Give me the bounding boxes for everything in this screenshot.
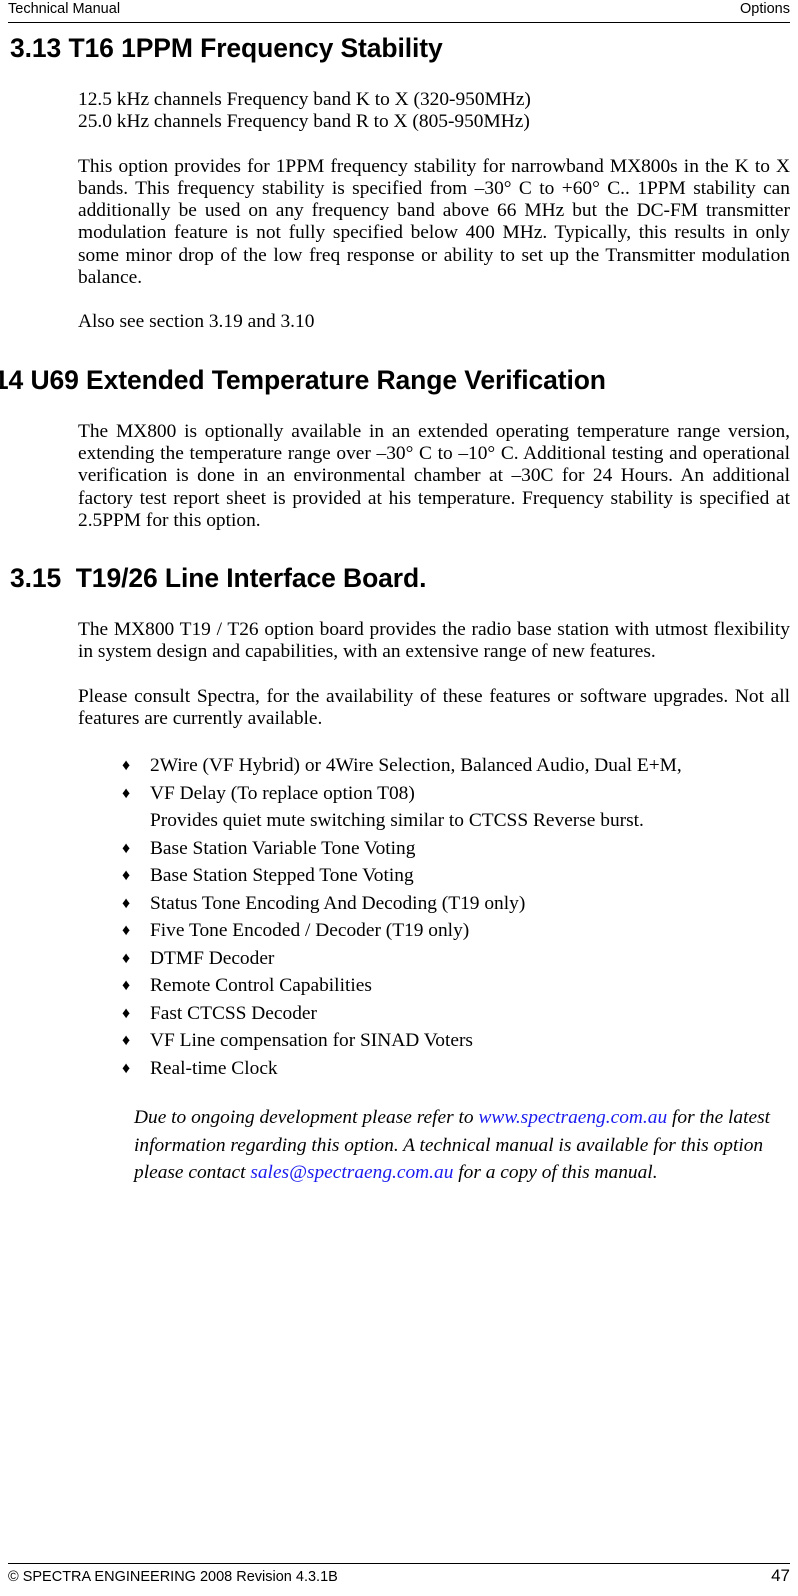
page-header: Technical Manual Options bbox=[8, 0, 790, 24]
email-link[interactable]: sales@spectraeng.com.au bbox=[250, 1162, 453, 1183]
copyright-notice: © SPECTRA ENGINEERING 2008 Revision 4.3.… bbox=[8, 1569, 338, 1585]
feature-list: ♦ 2Wire (VF Hybrid) or 4Wire Selection, … bbox=[122, 752, 798, 1082]
list-item-subtext: Provides quiet mute switching similar to… bbox=[150, 810, 644, 832]
header-divider bbox=[8, 22, 790, 23]
list-item: ♦ VF Delay (To replace option T08) Provi… bbox=[122, 780, 798, 835]
list-item-label: Status Tone Encoding And Decoding (T19 o… bbox=[150, 892, 526, 914]
page-footer: © SPECTRA ENGINEERING 2008 Revision 4.3.… bbox=[8, 1566, 790, 1587]
list-item: ♦ VF Line compensation for SINAD Voters bbox=[122, 1027, 798, 1055]
diamond-bullet-icon: ♦ bbox=[122, 1059, 131, 1077]
section-title-3-13: T16 1PPM Frequency Stability bbox=[68, 33, 443, 63]
section-heading-3-15: 3.15 T19/26 Line Interface Board. bbox=[0, 560, 798, 597]
list-item: ♦ Five Tone Encoded / Decoder (T19 only) bbox=[122, 917, 798, 945]
section-number-3-13: 3.13 bbox=[10, 33, 62, 63]
diamond-bullet-icon: ♦ bbox=[122, 894, 131, 912]
diamond-bullet-icon: ♦ bbox=[122, 922, 131, 940]
list-item: ♦ Status Tone Encoding And Decoding (T19… bbox=[122, 890, 798, 918]
section-number-3-15: 3.15 bbox=[10, 563, 62, 594]
diamond-bullet-icon: ♦ bbox=[122, 1032, 131, 1050]
paragraph-3-14-overview: The MX800 is optionally available in an … bbox=[78, 420, 790, 531]
list-item-label: VF Delay (To replace option T08) bbox=[150, 782, 415, 804]
section-title-3-15: T19/26 Line Interface Board. bbox=[75, 563, 427, 594]
header-left-title: Technical Manual bbox=[8, 1, 121, 17]
list-item: ♦ DTMF Decoder bbox=[122, 945, 798, 973]
diamond-bullet-icon: ♦ bbox=[122, 867, 131, 885]
footer-divider bbox=[8, 1563, 790, 1564]
list-item: ♦ 2Wire (VF Hybrid) or 4Wire Selection, … bbox=[122, 752, 798, 780]
spec-line-group: 12.5 kHz channels Frequency band K to X … bbox=[78, 89, 798, 134]
paragraph-3-13-crossref: Also see section 3.19 and 3.10 bbox=[78, 311, 315, 333]
section-heading-3-14: 3.14 U69 Extended Temperature Range Veri… bbox=[0, 362, 688, 399]
diamond-bullet-icon: ♦ bbox=[122, 757, 131, 775]
paragraph-3-15-overview: The MX800 T19 / T26 option board provide… bbox=[78, 619, 790, 663]
diamond-bullet-icon: ♦ bbox=[122, 1004, 131, 1022]
document-content: 3.13 T16 1PPM Frequency Stability 12.5 k… bbox=[0, 30, 798, 1187]
list-item-label: Five Tone Encoded / Decoder (T19 only) bbox=[150, 920, 470, 942]
document-page: Technical Manual Options 3.13 T16 1PPM F… bbox=[0, 0, 798, 1596]
development-note: Due to ongoing development please refer … bbox=[134, 1104, 774, 1187]
list-item: ♦ Remote Control Capabilities bbox=[122, 972, 798, 1000]
diamond-bullet-icon: ♦ bbox=[122, 839, 131, 857]
website-link[interactable]: www.spectraeng.com.au bbox=[478, 1107, 667, 1128]
list-item: ♦ Fast CTCSS Decoder bbox=[122, 1000, 798, 1028]
list-item-label: VF Line compensation for SINAD Voters bbox=[150, 1030, 473, 1052]
spec-line: 12.5 kHz channels Frequency band K to X … bbox=[78, 89, 531, 110]
list-item: ♦ Base Station Variable Tone Voting bbox=[122, 835, 798, 863]
list-item-label: Base Station Variable Tone Voting bbox=[150, 837, 416, 859]
paragraph-3-13-overview: This option provides for 1PPM frequency … bbox=[78, 155, 790, 289]
list-item-label: Fast CTCSS Decoder bbox=[150, 1002, 317, 1024]
page-number: 47 bbox=[771, 1566, 790, 1585]
list-item: ♦ Real-time Clock bbox=[122, 1055, 798, 1083]
note-text-part-3: for a copy of this manual. bbox=[453, 1162, 658, 1184]
list-item: ♦ Base Station Stepped Tone Voting bbox=[122, 862, 798, 890]
list-item-label: Base Station Stepped Tone Voting bbox=[150, 865, 414, 887]
list-item-label: Remote Control Capabilities bbox=[150, 975, 372, 997]
header-right-title: Options bbox=[740, 1, 790, 17]
diamond-bullet-icon: ♦ bbox=[122, 977, 131, 995]
diamond-bullet-icon: ♦ bbox=[122, 949, 131, 967]
note-text-part-1: Due to ongoing development please refer … bbox=[134, 1107, 479, 1129]
section-number-3-14: 3.14 bbox=[0, 364, 24, 395]
spec-line: 25.0 kHz channels Frequency band R to X … bbox=[78, 111, 530, 133]
list-item-label: Real-time Clock bbox=[150, 1057, 278, 1079]
section-heading-3-13: 3.13 T16 1PPM Frequency Stability bbox=[0, 30, 798, 67]
list-item-label: DTMF Decoder bbox=[150, 947, 275, 969]
paragraph-3-15-availability: Please consult Spectra, for the availabi… bbox=[78, 685, 790, 730]
list-item-label: 2Wire (VF Hybrid) or 4Wire Selection, Ba… bbox=[150, 755, 682, 777]
section-title-3-14: U69 Extended Temperature Range Verificat… bbox=[30, 364, 606, 395]
diamond-bullet-icon: ♦ bbox=[122, 784, 131, 802]
